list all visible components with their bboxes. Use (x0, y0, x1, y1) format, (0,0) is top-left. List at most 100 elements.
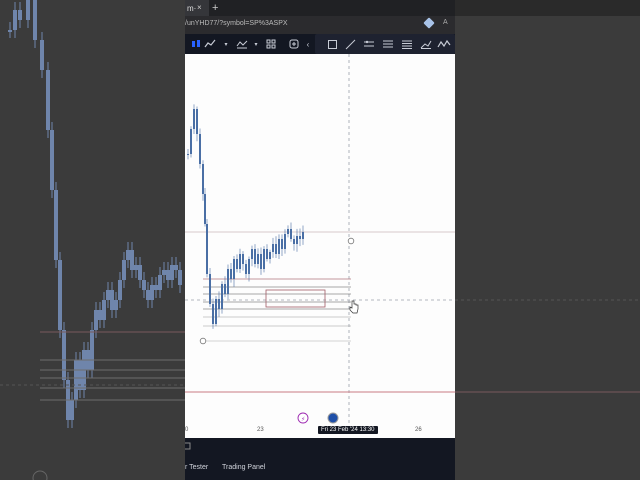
candle-body (245, 264, 247, 274)
candle-body (209, 274, 211, 304)
bg-candle-body (158, 275, 162, 290)
trendline-icon[interactable] (343, 37, 357, 51)
hlines-icon[interactable] (400, 37, 414, 51)
time-axis-tick: 23 (257, 427, 264, 433)
candle-body (275, 244, 277, 254)
candle-body (260, 254, 262, 269)
candle-body (221, 284, 223, 309)
background-chart-left (0, 0, 185, 480)
bg-candle-body (166, 270, 170, 280)
bg-candle-body (114, 300, 118, 310)
candle-body (218, 299, 220, 309)
bg-candle-body (154, 285, 158, 290)
bg-candle-body (142, 280, 146, 290)
candle-body (290, 229, 292, 239)
candle-body (236, 259, 238, 269)
background-blur-right (455, 0, 640, 480)
bg-candle-body (8, 30, 12, 32)
candle-body (227, 269, 229, 294)
background-blur-left (0, 0, 185, 480)
time-axis-tick: 26 (415, 427, 422, 433)
candle-body (242, 254, 244, 264)
bg-candle-body (98, 310, 102, 320)
rectangle-icon[interactable] (325, 37, 339, 51)
chevron-left-icon[interactable]: ‹ (301, 37, 315, 51)
trading-panel-tab[interactable]: Trading Panel (222, 464, 265, 471)
rectangle-drawing[interactable] (265, 289, 326, 308)
bg-candle-body (110, 290, 114, 310)
candle-body (278, 239, 280, 254)
bg-candle-body (134, 265, 138, 270)
drawing-handle[interactable] (199, 337, 207, 345)
candles-icon[interactable] (189, 37, 203, 51)
bg-candle-body (58, 260, 62, 330)
candle-body (212, 304, 214, 324)
bottom-separator (185, 438, 455, 452)
bg-candle-body (170, 265, 174, 280)
candle-body (230, 269, 232, 279)
candle-body (248, 259, 250, 274)
bg-candle-body (26, 0, 30, 20)
alert-icon[interactable] (287, 37, 301, 51)
browser-tab-bar: m· × + (185, 0, 455, 16)
bg-candle-body (33, 0, 37, 40)
tab-title: m· (187, 3, 197, 13)
background-chart-right (455, 0, 640, 393)
candle-body (266, 249, 268, 259)
candle-body (299, 236, 301, 239)
time-axis: 0 23 26 Fri 23 Feb '24 13:30 (185, 424, 455, 438)
bg-candle-body (162, 270, 166, 275)
bottom-panel-bar: r Tester Trading Panel (185, 452, 455, 480)
event-dot-icon[interactable] (327, 412, 339, 424)
chevron-down-icon[interactable]: ▾ (219, 37, 233, 51)
bg-candle-body (62, 330, 66, 380)
indicators-icon[interactable] (235, 37, 249, 51)
browser-tab[interactable]: m· × (185, 0, 209, 16)
tag-icon[interactable] (423, 17, 435, 29)
candle-body (284, 234, 286, 249)
hand-cursor-icon (349, 300, 359, 314)
candle-body (281, 239, 283, 249)
candle-body (190, 129, 192, 154)
candle-body (263, 249, 265, 269)
bg-handle (32, 470, 48, 480)
brush-icon[interactable] (419, 37, 433, 51)
fib-icon[interactable] (381, 37, 395, 51)
event-lightning-icon[interactable]: ⚡ (297, 412, 309, 424)
bg-candle-body (46, 70, 50, 130)
bg-candle-body (40, 40, 44, 70)
bg-candle-body (118, 280, 122, 300)
strategy-tester-tab[interactable]: r Tester (185, 464, 208, 471)
candle-body (196, 109, 198, 134)
new-tab-icon[interactable]: + (212, 2, 218, 14)
candle-body (187, 154, 189, 155)
candle-body (206, 224, 208, 274)
drawing-tools-strip (315, 34, 455, 54)
crosshair-time-label: Fri 23 Feb '24 13:30 (318, 426, 378, 434)
drawing-handle[interactable] (347, 237, 355, 245)
bg-candle-body (13, 10, 17, 30)
candlestick-series (187, 104, 304, 329)
svg-text:⚡: ⚡ (301, 416, 305, 423)
bg-candle-body (126, 250, 130, 260)
candle-body (269, 252, 271, 259)
price-chart[interactable]: ⚡ (185, 54, 455, 424)
chevron-down-icon[interactable]: ▾ (249, 37, 263, 51)
bg-candle-body (178, 270, 182, 285)
bg-candle-body (102, 300, 106, 320)
candle-body (296, 236, 298, 244)
bg-candle-body (150, 285, 154, 300)
candle-body (239, 254, 241, 269)
channel-icon[interactable] (362, 37, 376, 51)
candle-body (251, 249, 253, 259)
line-tool-icon[interactable] (203, 37, 217, 51)
font-size-icon[interactable]: A (443, 19, 448, 26)
layout-icon[interactable] (264, 37, 278, 51)
close-icon[interactable]: × (197, 3, 202, 12)
address-bar[interactable]: /unYHD77/?symbol=SP%3ASPX A (185, 16, 455, 34)
bg-candle-body (18, 10, 22, 20)
bg-candle-body (94, 310, 98, 330)
candle-body (254, 249, 256, 264)
pattern-icon[interactable] (437, 37, 451, 51)
candle-body (202, 164, 204, 194)
